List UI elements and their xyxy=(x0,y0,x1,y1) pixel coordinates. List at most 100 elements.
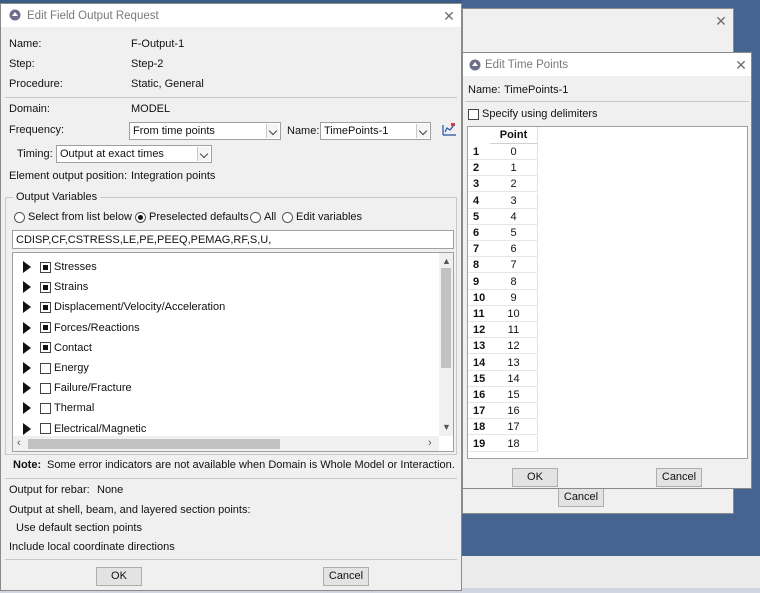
expand-arrow-icon[interactable] xyxy=(23,402,31,415)
table-row-number: 15 xyxy=(468,370,490,387)
tree-item-checkbox[interactable] xyxy=(40,362,51,374)
timing-select[interactable]: Output at exact times xyxy=(56,145,212,163)
time-points-table[interactable]: Point 1 0 2 1 3 2 4 3 5 4 6 5 7 6 8 7 9 8 10 9 11 10 12 11 13 12 1… xyxy=(467,126,748,459)
table-cell-point[interactable]: 3 xyxy=(490,192,538,209)
radio-all[interactable] xyxy=(250,212,261,223)
table-cell-point[interactable]: 13 xyxy=(490,354,538,371)
vertical-scroll-thumb[interactable] xyxy=(441,268,451,368)
tree-item-checkbox[interactable] xyxy=(40,261,51,273)
close-icon[interactable]: ✕ xyxy=(733,57,749,73)
element-output-position-label: Element output position: xyxy=(9,170,128,182)
tree-item-checkbox[interactable] xyxy=(40,382,51,394)
cancel-button[interactable]: Cancel xyxy=(323,567,369,586)
vertical-scrollbar[interactable]: ▲ ▼ xyxy=(439,253,453,436)
tree-item-checkbox[interactable] xyxy=(40,301,51,313)
expand-arrow-icon[interactable] xyxy=(23,321,31,334)
tree-item-checkbox[interactable] xyxy=(40,281,51,293)
tree-item-checkbox[interactable] xyxy=(40,423,51,435)
table-cell-point[interactable]: 11 xyxy=(490,322,538,339)
scroll-left-icon[interactable]: ‹ xyxy=(17,437,21,449)
scroll-down-icon[interactable]: ▼ xyxy=(442,423,451,432)
chevron-down-icon[interactable] xyxy=(266,124,279,138)
table-row-number: 18 xyxy=(468,419,490,436)
table-cell-point[interactable]: 10 xyxy=(490,306,538,322)
delimiters-checkbox[interactable] xyxy=(468,109,479,120)
horizontal-scroll-thumb[interactable] xyxy=(28,439,280,449)
table-cell-point[interactable]: 15 xyxy=(490,387,538,403)
table-row-number: 9 xyxy=(468,273,490,290)
background-cancel-button[interactable]: Cancel xyxy=(558,488,604,507)
table-cell-point[interactable]: 12 xyxy=(490,338,538,355)
radio-edit-variables[interactable] xyxy=(282,212,293,223)
step-label: Step: xyxy=(9,58,35,70)
table-cell-point[interactable]: 9 xyxy=(490,289,538,306)
domain-label: Domain: xyxy=(9,103,50,115)
table-cell-point[interactable]: 1 xyxy=(490,160,538,177)
expand-arrow-icon[interactable] xyxy=(23,301,31,314)
radio-select-from-list-label[interactable]: Select from list below xyxy=(28,210,132,224)
timepoints-name-value: TimePoints-1 xyxy=(324,125,389,137)
scroll-up-icon[interactable]: ▲ xyxy=(442,257,451,266)
tree-item-label[interactable]: Forces/Reactions xyxy=(54,321,140,335)
scroll-right-icon[interactable]: › xyxy=(428,437,432,449)
delimiters-label[interactable]: Specify using delimiters xyxy=(482,107,598,121)
radio-preselected-defaults[interactable] xyxy=(135,212,146,223)
radio-all-label[interactable]: All xyxy=(264,210,276,224)
tree-item-checkbox[interactable] xyxy=(40,322,51,334)
ok-button[interactable]: OK xyxy=(96,567,142,586)
chevron-down-icon[interactable] xyxy=(197,147,210,161)
separator xyxy=(465,101,749,102)
radio-select-from-list[interactable] xyxy=(14,212,25,223)
tree-item-checkbox[interactable] xyxy=(40,342,51,354)
name-label: Name: xyxy=(9,38,42,50)
background-dialog-close-icon[interactable]: ✕ xyxy=(713,13,729,29)
domain-value: MODEL xyxy=(131,103,171,115)
procedure-value: Static, General xyxy=(131,78,204,90)
table-cell-point[interactable]: 7 xyxy=(490,257,538,274)
expand-arrow-icon[interactable] xyxy=(23,362,31,374)
tp-cancel-button[interactable]: Cancel xyxy=(656,468,702,487)
table-row-number: 16 xyxy=(468,387,490,403)
table-cell-point[interactable]: 16 xyxy=(490,403,538,420)
frequency-select[interactable]: From time points xyxy=(129,122,281,140)
table-cell-point[interactable]: 8 xyxy=(490,273,538,290)
table-cell-point[interactable]: 0 xyxy=(490,144,538,160)
timepoints-name-select[interactable]: TimePoints-1 xyxy=(320,122,431,140)
output-variables-tree[interactable]: Stresses Strains Displacement/Velocity/Acc… xyxy=(12,252,454,452)
table-cell-point[interactable]: 5 xyxy=(490,225,538,241)
table-cell-point[interactable]: 4 xyxy=(490,208,538,225)
radio-edit-variables-label[interactable]: Edit variables xyxy=(296,210,362,224)
expand-arrow-icon[interactable] xyxy=(23,382,31,395)
table-row-number: 14 xyxy=(468,354,490,371)
table-cell-point[interactable]: 18 xyxy=(490,435,538,452)
table-row-number: 4 xyxy=(468,192,490,209)
tp-ok-button[interactable]: OK xyxy=(512,468,558,487)
name-value: F-Output-1 xyxy=(131,38,185,50)
close-icon[interactable]: ✕ xyxy=(441,8,457,24)
edit-time-points-icon[interactable] xyxy=(442,122,457,136)
tree-item-label[interactable]: Displacement/Velocity/Acceleration xyxy=(54,300,225,314)
tree-item-checkbox[interactable] xyxy=(40,402,51,414)
expand-arrow-icon[interactable] xyxy=(23,261,31,273)
table-cell-point[interactable]: 6 xyxy=(490,241,538,258)
expand-arrow-icon[interactable] xyxy=(23,341,31,354)
expand-arrow-icon[interactable] xyxy=(23,422,31,435)
radio-preselected-defaults-label[interactable]: Preselected defaults xyxy=(149,210,249,224)
horizontal-scrollbar[interactable]: ‹ › xyxy=(13,436,439,451)
tree-item-label[interactable]: Thermal xyxy=(54,401,94,415)
tree-item-label[interactable]: Contact xyxy=(54,341,92,355)
table-cell-point[interactable]: 17 xyxy=(490,419,538,436)
tree-item-label[interactable]: Energy xyxy=(54,361,89,375)
section-points-label: Output at shell, beam, and layered secti… xyxy=(9,504,251,516)
table-cell-point[interactable]: 2 xyxy=(490,176,538,193)
tree-item-label[interactable]: Electrical/Magnetic xyxy=(54,422,146,436)
table-row-number: 1 xyxy=(468,144,490,160)
table-row-number: 2 xyxy=(468,160,490,177)
expand-arrow-icon[interactable] xyxy=(23,281,31,294)
variables-text-field[interactable]: CDISP,CF,CSTRESS,LE,PE,PEEQ,PEMAG,RF,S,U… xyxy=(12,230,454,249)
tree-item-label[interactable]: Strains xyxy=(54,280,88,294)
tree-item-label[interactable]: Failure/Fracture xyxy=(54,381,132,395)
tree-item-label[interactable]: Stresses xyxy=(54,260,97,274)
table-cell-point[interactable]: 14 xyxy=(490,370,538,387)
chevron-down-icon[interactable] xyxy=(416,124,429,138)
